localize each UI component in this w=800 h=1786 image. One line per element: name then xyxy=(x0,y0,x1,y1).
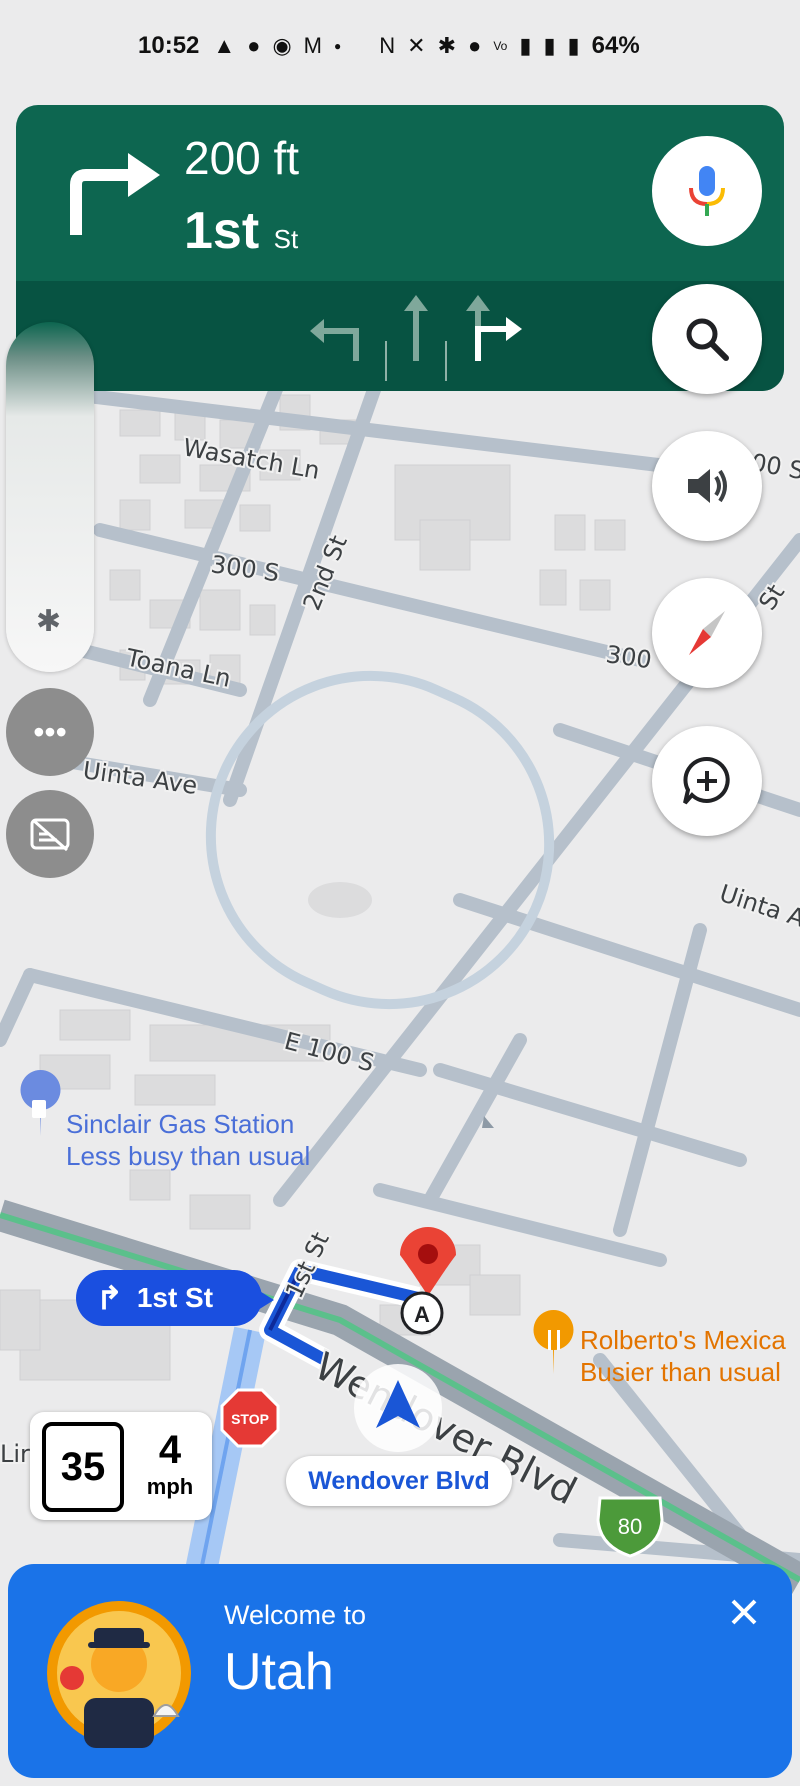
5g-signal-icon: ▮ xyxy=(519,33,532,58)
bluetooth-icon: ✱ xyxy=(437,33,457,58)
bluetooth-icon: ✱ xyxy=(36,605,62,638)
lane-arrows-icon xyxy=(310,295,522,381)
compass-button[interactable] xyxy=(652,578,762,688)
current-road-label: Wendover Blvd xyxy=(286,1456,512,1506)
distance-to-turn: 200 ft xyxy=(184,132,300,184)
speedometer[interactable]: 35 4 mph xyxy=(30,1412,212,1520)
highway-number: 80 xyxy=(618,1514,642,1539)
street-label: Lir xyxy=(0,1440,30,1468)
status-icons: ▲ ● ◉ M ● N ✕ ✱ ● Vo ▮ ▮ ▮ xyxy=(213,33,579,59)
battery-icon: ▮ xyxy=(567,33,580,58)
close-button[interactable] xyxy=(722,1590,766,1634)
next-street: 1st St xyxy=(184,201,298,261)
navigation-icon: ▲ xyxy=(213,33,236,58)
welcome-card[interactable]: Welcome to Utah xyxy=(8,1564,792,1778)
bellhop-avatar-icon xyxy=(47,1601,191,1748)
welcome-title: Welcome to xyxy=(224,1600,367,1630)
waypoint-label: A xyxy=(414,1302,430,1327)
nfc-icon: N xyxy=(379,33,396,58)
street-suffix: St xyxy=(273,224,299,254)
voice-search-button[interactable] xyxy=(652,136,762,246)
wechat-icon: ◉ xyxy=(272,33,292,58)
poi-name: Sinclair Gas Station xyxy=(66,1109,295,1139)
route-street: 1st St xyxy=(136,1282,214,1313)
search-icon xyxy=(686,318,729,361)
captions-off-icon xyxy=(30,818,70,852)
add-report-button[interactable] xyxy=(652,726,762,836)
current-speed: 4 xyxy=(158,1428,182,1472)
turn-right-icon xyxy=(70,153,160,235)
status-bar: 10:52 ▲ ● ◉ M ● N ✕ ✱ ● Vo ▮ ▮ ▮ 64% xyxy=(0,0,800,92)
poi-sinclair[interactable]: Sinclair Gas Station Less busy than usua… xyxy=(66,1108,310,1172)
add-comment-icon xyxy=(683,756,730,805)
welcome-place: Utah xyxy=(224,1643,334,1701)
sound-button[interactable] xyxy=(652,431,762,541)
mic-icon xyxy=(689,166,725,216)
audio-control-panel[interactable]: ✱ xyxy=(6,322,94,672)
speed-limit-sign: 35 xyxy=(42,1422,124,1512)
compass-icon xyxy=(689,611,725,655)
turn-right-icon: ↱ xyxy=(96,1280,123,1316)
more-icon: ••• xyxy=(33,713,67,750)
speed-unit: mph xyxy=(146,1474,194,1499)
poi-rolbertos[interactable]: Rolberto's Mexica Busier than usual xyxy=(580,1324,786,1388)
volume-icon xyxy=(688,469,727,503)
poi-busyness: Less busy than usual xyxy=(66,1141,311,1171)
volte-icon: Vo xyxy=(493,39,508,53)
route-turn-label[interactable]: ↱ 1st St xyxy=(76,1270,274,1326)
close-icon xyxy=(731,1599,757,1625)
stop-sign-label: STOP xyxy=(231,1411,269,1427)
roaming-signal-icon: ▮ xyxy=(543,33,556,58)
more-options-button[interactable]: ••• xyxy=(6,688,94,776)
street-name: 1st xyxy=(184,202,260,260)
clock: 10:52 xyxy=(138,32,200,59)
mute-icon: ✕ xyxy=(407,33,426,58)
chat-icon: ● xyxy=(247,33,261,58)
closed-captions-button[interactable] xyxy=(6,790,94,878)
location-icon: ● xyxy=(468,33,482,58)
dot-icon: ● xyxy=(334,39,342,53)
battery-level: 64% xyxy=(591,32,640,59)
search-button[interactable] xyxy=(652,284,762,394)
poi-name: Rolberto's Mexica xyxy=(580,1325,786,1355)
gmail-icon: M xyxy=(303,33,322,58)
poi-busyness: Busier than usual xyxy=(580,1357,781,1387)
